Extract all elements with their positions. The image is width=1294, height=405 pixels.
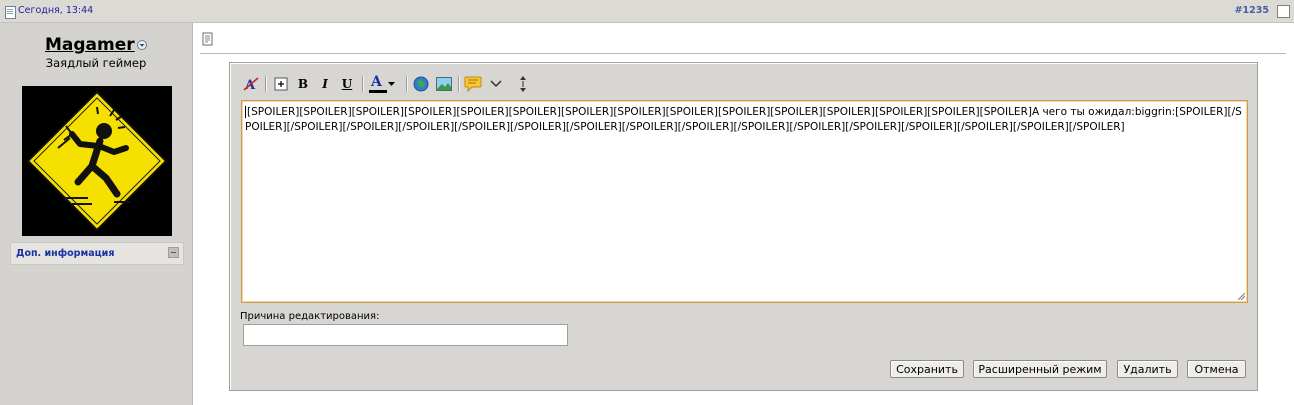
more-dropdown-icon[interactable] [487,74,505,94]
post-header-bar: Сегодня, 13:44 #1235 [0,0,1294,23]
post-select-checkbox[interactable] [1277,5,1290,18]
post-icon [202,32,213,46]
username-link[interactable]: Magamer [45,35,135,55]
resize-grip-icon[interactable] [1238,293,1245,300]
toolbar-separator [362,76,364,92]
user-info-column: Magamer Заядлый геймер Доп. информация [0,23,193,405]
extra-info-label[interactable]: Доп. информация [16,248,114,259]
user-title: Заядлый геймер [45,56,147,70]
user-menu-icon[interactable] [137,40,147,50]
toolbar-separator [265,76,267,92]
toolbar-separator [406,76,408,92]
edit-reason-label: Причина редактирования: [240,311,380,322]
font-color-icon[interactable]: A [368,74,400,94]
advanced-mode-button[interactable]: Расширенный режим [973,360,1107,378]
edit-reason-input[interactable] [243,324,568,346]
quote-icon[interactable] [463,74,483,94]
post-date: Сегодня, 13:44 [18,5,94,16]
avatar [22,86,172,236]
document-icon [5,6,16,19]
bold-icon[interactable]: B [294,74,312,94]
editor-toolbar: A B I U A [242,74,542,96]
insert-link-icon[interactable] [411,74,431,94]
chevron-down-icon[interactable] [388,81,395,87]
quick-edit-form: A B I U A [229,62,1258,391]
post-divider [200,53,1286,54]
collapse-icon[interactable] [168,247,179,258]
italic-icon[interactable]: I [316,74,334,94]
underline-icon[interactable]: U [338,74,356,94]
post-number-link[interactable]: #1235 [1235,5,1269,16]
warning-sign-avatar-image [22,86,172,236]
message-text: [SPOILER][SPOILER][SPOILER][SPOILER][SPO… [245,106,1242,133]
cancel-button[interactable]: Отмена [1187,360,1246,378]
font-color-letter: A [371,74,382,90]
insert-image-icon[interactable] [434,74,454,94]
expand-icon[interactable] [272,74,290,94]
remove-format-icon[interactable]: A [242,74,260,94]
extra-info-panel[interactable]: Доп. информация [10,242,184,265]
text-caret [245,106,246,118]
toolbar-separator [458,76,460,92]
resize-toggle-icon[interactable] [516,74,530,94]
delete-button[interactable]: Удалить [1117,360,1178,378]
save-button[interactable]: Сохранить [890,360,964,378]
message-textarea[interactable]: [SPOILER][SPOILER][SPOILER][SPOILER][SPO… [241,100,1248,303]
